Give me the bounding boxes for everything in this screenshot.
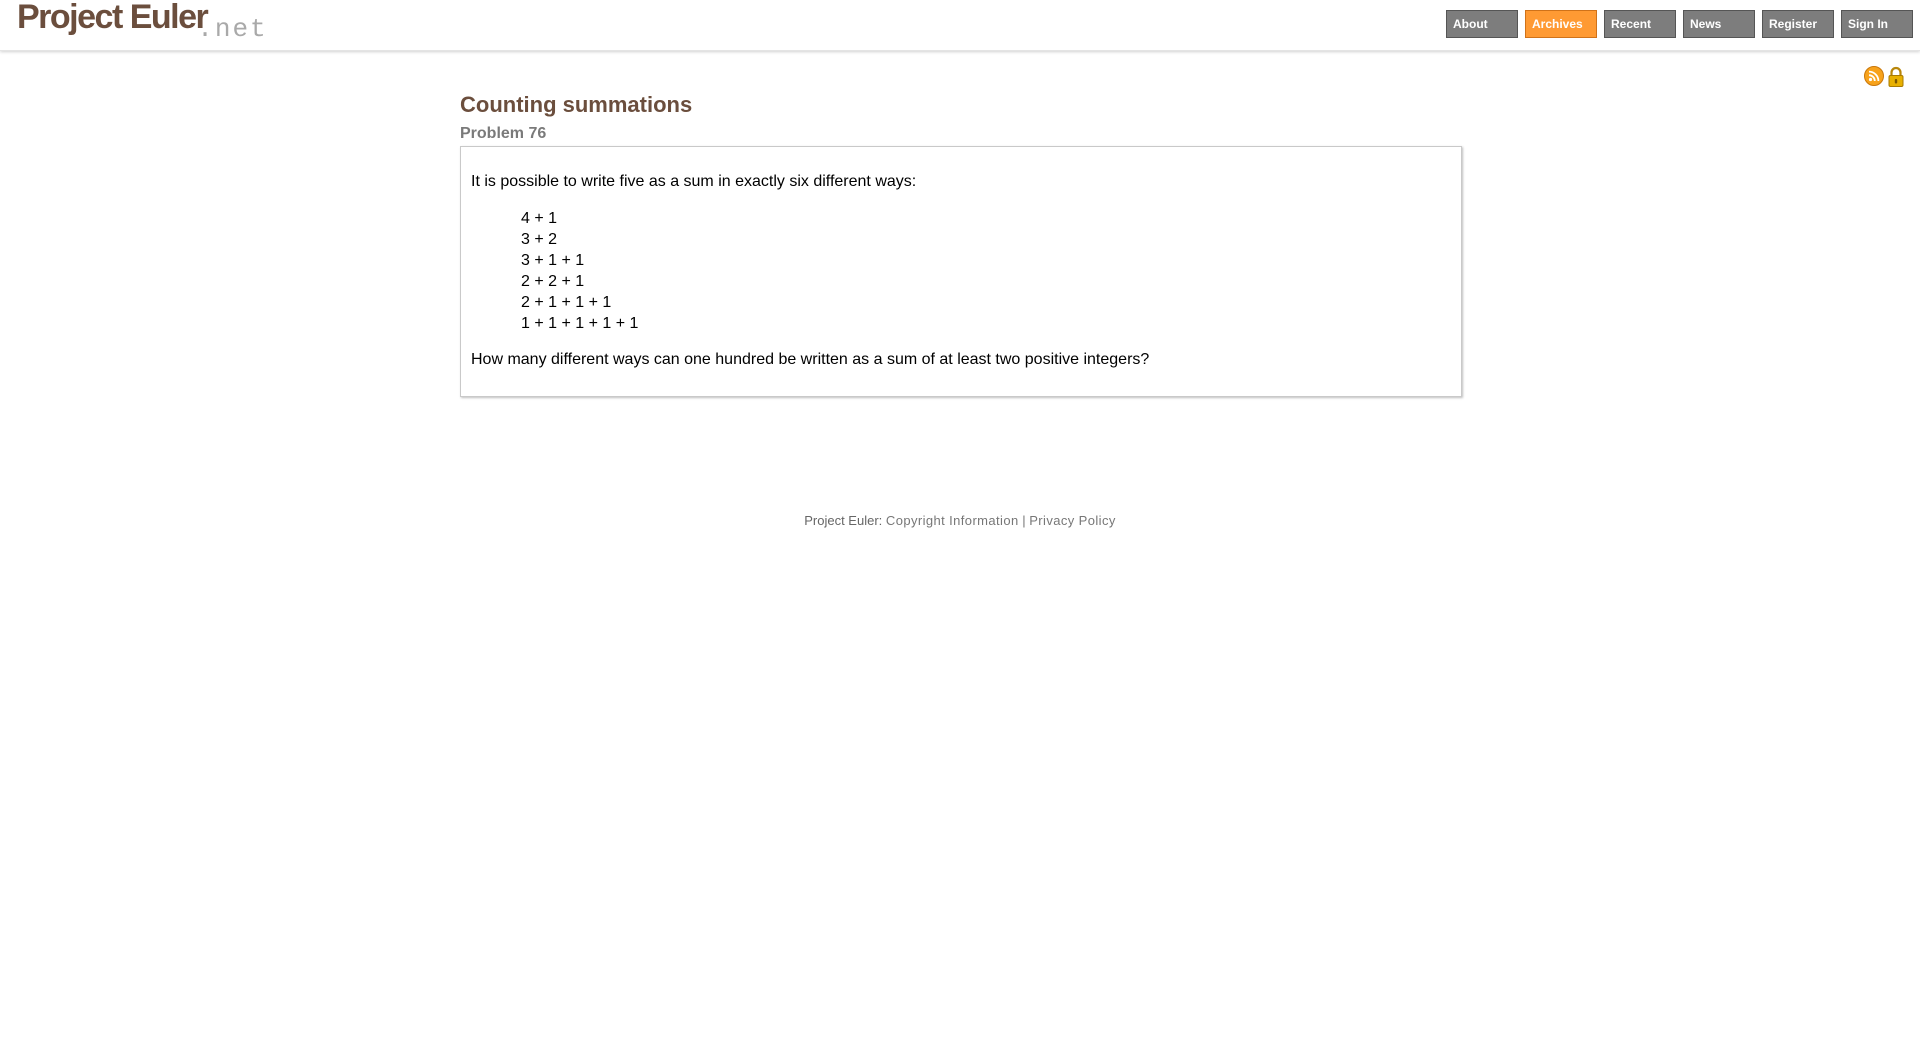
footer-label: Project Euler: xyxy=(804,513,883,528)
sum-item: 3 + 1 + 1 xyxy=(521,252,585,269)
problem-content: Counting summations Problem 76 It is pos… xyxy=(460,90,1462,397)
nav-news-button[interactable]: News xyxy=(1683,10,1755,38)
sum-item: 2 + 1 + 1 + 1 xyxy=(521,294,612,311)
logo-title: Project Euler xyxy=(17,0,209,36)
problem-intro: It is possible to write five as a sum in… xyxy=(471,173,917,190)
nav-sign-in-button[interactable]: Sign In xyxy=(1841,10,1913,38)
problem-question: How many different ways can one hundred … xyxy=(471,351,1150,368)
lock-icon[interactable] xyxy=(1887,66,1905,93)
main-nav: About Archives Recent News Register Sign… xyxy=(1446,10,1920,38)
logo-suffix: .net xyxy=(197,14,268,44)
page-footer: Project Euler: Copyright Information | P… xyxy=(0,513,1920,528)
nav-register-button[interactable]: Register xyxy=(1762,10,1834,38)
site-logo[interactable]: Project Euler.net xyxy=(17,0,268,44)
problem-title: Counting summations xyxy=(460,92,693,117)
nav-recent-button[interactable]: Recent xyxy=(1604,10,1676,38)
nav-archives-button[interactable]: Archives xyxy=(1525,10,1597,38)
sums-list: 4 + 1 3 + 2 3 + 1 + 1 2 + 2 + 1 2 + 1 + … xyxy=(521,208,1451,334)
nav-about-button[interactable]: About xyxy=(1446,10,1518,38)
sum-item: 3 + 2 xyxy=(521,231,558,248)
problem-number: Problem 76 xyxy=(460,125,547,142)
sum-item: 2 + 2 + 1 xyxy=(521,273,585,290)
top-header: Project Euler.net About Archives Recent … xyxy=(0,0,1920,51)
sum-item: 4 + 1 xyxy=(521,210,558,227)
footer-separator: | xyxy=(1022,513,1026,528)
copyright-information-link[interactable]: Copyright Information xyxy=(886,513,1019,528)
rss-feed-icon[interactable] xyxy=(1864,66,1884,91)
problem-statement-box: It is possible to write five as a sum in… xyxy=(460,146,1462,397)
privacy-policy-link[interactable]: Privacy Policy xyxy=(1029,513,1116,528)
sum-item: 1 + 1 + 1 + 1 + 1 xyxy=(521,315,639,332)
